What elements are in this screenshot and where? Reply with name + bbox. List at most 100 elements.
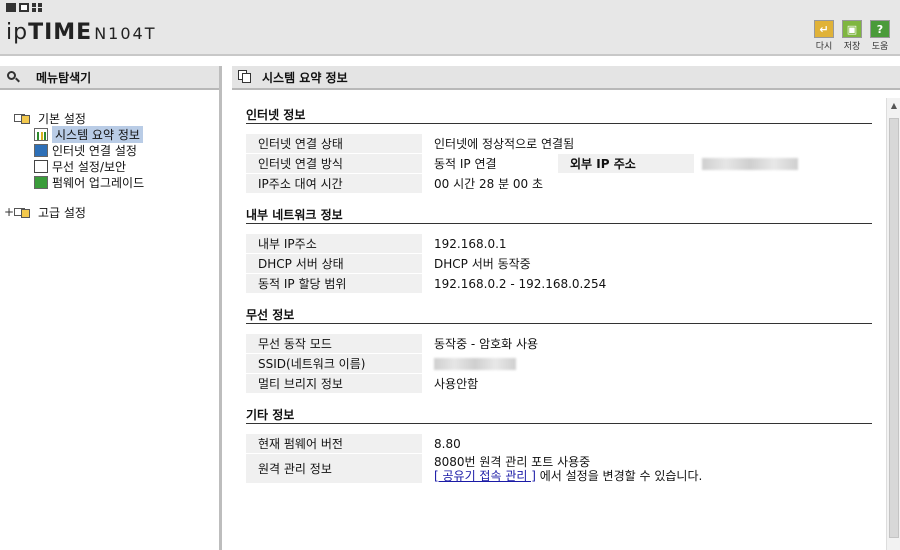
section-title: 기타 정보	[246, 406, 872, 424]
row-value: DHCP 서버 동작중	[422, 254, 872, 273]
scrollbar-thumb[interactable]	[889, 118, 899, 538]
info-row: IP주소 대여 시간 00 시간 28 분 00 초	[246, 174, 872, 194]
tree-basic-label: 기본 설정	[38, 111, 86, 126]
menu-explorer-header: 메뉴탐색기	[0, 66, 219, 90]
info-row: 원격 관리 정보 8080번 원격 관리 포트 사용중 [ 공유기 접속 관리 …	[246, 454, 872, 484]
info-row: 내부 IP주소 192.168.0.1	[246, 234, 872, 254]
row-value: 192.168.0.2 - 192.168.0.254	[422, 274, 872, 293]
sidebar-item-label: 시스템 요약 정보	[52, 125, 143, 143]
row-label: 멀티 브리지 정보	[246, 374, 422, 393]
basic-settings-children: 시스템 요약 정보 인터넷 연결 설정 무선 설정/보안 펌웨어 업그레이드	[14, 125, 219, 190]
row-value: 인터넷에 정상적으로 연결됨	[422, 134, 872, 153]
top-header: ip TIME N104T ↵ 다시 ▣ 저장 ? 도움	[0, 0, 900, 56]
redacted-value	[434, 357, 516, 370]
wifi-icon	[34, 159, 48, 173]
other-info-section: 기타 정보 현재 펌웨어 버전 8.80 원격 관리 정보 8080번 원격 관…	[246, 406, 872, 484]
external-ip-label: 외부 IP 주소	[558, 154, 694, 173]
row-label: 인터넷 연결 방식	[246, 154, 422, 173]
folder-icon	[14, 206, 34, 218]
row-value: 192.168.0.1	[422, 234, 872, 253]
sidebar-item-label: 펌웨어 업그레이드	[52, 175, 145, 190]
row-value: 동적 IP 연결	[422, 154, 558, 173]
help-button[interactable]: ? 도움	[868, 20, 892, 52]
expand-icon[interactable]: +	[4, 205, 14, 219]
wireless-info-section: 무선 정보 무선 동작 모드 동작중 - 암호화 사용 SSID(네트워크 이름…	[246, 306, 872, 394]
menu-explorer-title: 메뉴탐색기	[36, 70, 92, 85]
main-header: 시스템 요약 정보	[232, 66, 900, 90]
main-panel: 시스템 요약 정보 인터넷 정보 인터넷 연결 상태 인터넷에 정상적으로 연결…	[232, 66, 900, 550]
chart-icon	[34, 127, 48, 141]
document-icon	[238, 70, 252, 84]
section-title: 내부 네트워크 정보	[246, 206, 872, 224]
restore-icon[interactable]	[19, 3, 29, 12]
vertical-scrollbar[interactable]: ▲	[886, 98, 900, 550]
upgrade-icon	[34, 175, 48, 189]
info-row: DHCP 서버 상태 DHCP 서버 동작중	[246, 254, 872, 274]
page-title: 시스템 요약 정보	[262, 70, 348, 85]
undo-label: 다시	[815, 42, 833, 52]
logo-model: N104T	[94, 24, 157, 43]
undo-icon: ↵	[814, 20, 834, 38]
internet-info-section: 인터넷 정보 인터넷 연결 상태 인터넷에 정상적으로 연결됨 인터넷 연결 방…	[246, 106, 872, 194]
info-row: 인터넷 연결 상태 인터넷에 정상적으로 연결됨	[246, 134, 872, 154]
minimize-icon[interactable]	[6, 3, 16, 12]
row-label: IP주소 대여 시간	[246, 174, 422, 193]
iptime-logo: ip TIME N104T	[6, 20, 156, 50]
toolbar: ↵ 다시 ▣ 저장 ? 도움	[812, 20, 892, 52]
row-value: 00 시간 28 분 00 초	[422, 174, 872, 193]
info-row: 무선 동작 모드 동작중 - 암호화 사용	[246, 334, 872, 354]
row-label: 동적 IP 할당 범위	[246, 274, 422, 293]
logo-time: TIME	[28, 20, 93, 45]
row-label: 인터넷 연결 상태	[246, 134, 422, 153]
row-label: SSID(네트워크 이름)	[246, 354, 422, 373]
save-label: 저장	[843, 42, 861, 52]
remote-port-text: 8080번 원격 관리 포트 사용중	[434, 454, 591, 469]
row-label: 원격 관리 정보	[246, 454, 422, 483]
section-title: 무선 정보	[246, 306, 872, 324]
row-label: 내부 IP주소	[246, 234, 422, 253]
folder-icon	[14, 112, 34, 124]
router-access-mgmt-link[interactable]: [ 공유기 접속 관리 ]	[434, 469, 536, 483]
remote-settings-line: [ 공유기 접속 관리 ] 에서 설정을 변경할 수 있습니다.	[434, 469, 702, 483]
row-label: DHCP 서버 상태	[246, 254, 422, 273]
network-icon	[34, 143, 48, 157]
tree-advanced-settings[interactable]: + 고급 설정	[4, 204, 219, 220]
info-row: 멀티 브리지 정보 사용안함	[246, 374, 872, 394]
sidebar-item-wireless-security[interactable]: 무선 설정/보안	[34, 158, 219, 174]
info-row: 동적 IP 할당 범위 192.168.0.2 - 192.168.0.254	[246, 274, 872, 294]
row-value: 사용안함	[422, 374, 872, 393]
help-icon: ?	[870, 20, 890, 38]
menu-tree: 기본 설정 시스템 요약 정보 인터넷 연결 설정 무선 설정/보안 펌웨어 업…	[0, 90, 219, 220]
remote-settings-text: 에서 설정을 변경할 수 있습니다.	[535, 468, 703, 483]
info-row: 현재 펌웨어 버전 8.80	[246, 434, 872, 454]
row-value: 동작중 - 암호화 사용	[422, 334, 872, 353]
redacted-value	[702, 157, 798, 170]
section-title: 인터넷 정보	[246, 106, 872, 124]
ssid-value	[422, 354, 872, 373]
summary-content: 인터넷 정보 인터넷 연결 상태 인터넷에 정상적으로 연결됨 인터넷 연결 방…	[246, 106, 872, 496]
sidebar-item-label: 인터넷 연결 설정	[52, 143, 137, 158]
save-icon: ▣	[842, 20, 862, 38]
tree-basic-settings[interactable]: 기본 설정	[14, 110, 219, 126]
sidebar-item-internet-setup[interactable]: 인터넷 연결 설정	[34, 142, 219, 158]
window-controls	[6, 3, 42, 12]
external-ip-value	[694, 154, 872, 173]
tree-advanced-label: 고급 설정	[38, 205, 86, 220]
undo-button[interactable]: ↵ 다시	[812, 20, 836, 52]
scroll-up-icon[interactable]: ▲	[887, 98, 900, 112]
menu-explorer: 메뉴탐색기 기본 설정 시스템 요약 정보 인터넷 연결 설정 무선 설정/보안…	[0, 66, 222, 550]
row-label: 무선 동작 모드	[246, 334, 422, 353]
logo-ip: ip	[6, 20, 29, 45]
row-label: 현재 펌웨어 버전	[246, 434, 422, 453]
remote-mgmt-value: 8080번 원격 관리 포트 사용중 [ 공유기 접속 관리 ] 에서 설정을 …	[422, 454, 872, 483]
info-row: SSID(네트워크 이름)	[246, 354, 872, 374]
lan-info-section: 내부 네트워크 정보 내부 IP주소 192.168.0.1 DHCP 서버 상…	[246, 206, 872, 294]
sidebar-item-system-summary[interactable]: 시스템 요약 정보	[34, 125, 219, 143]
sidebar-item-firmware-upgrade[interactable]: 펌웨어 업그레이드	[34, 174, 219, 190]
row-value: 8.80	[422, 434, 872, 453]
grid-icon[interactable]	[32, 3, 42, 12]
sidebar-item-label: 무선 설정/보안	[52, 159, 127, 174]
info-row: 인터넷 연결 방식 동적 IP 연결 외부 IP 주소	[246, 154, 872, 174]
help-label: 도움	[871, 42, 889, 52]
save-button[interactable]: ▣ 저장	[840, 20, 864, 52]
